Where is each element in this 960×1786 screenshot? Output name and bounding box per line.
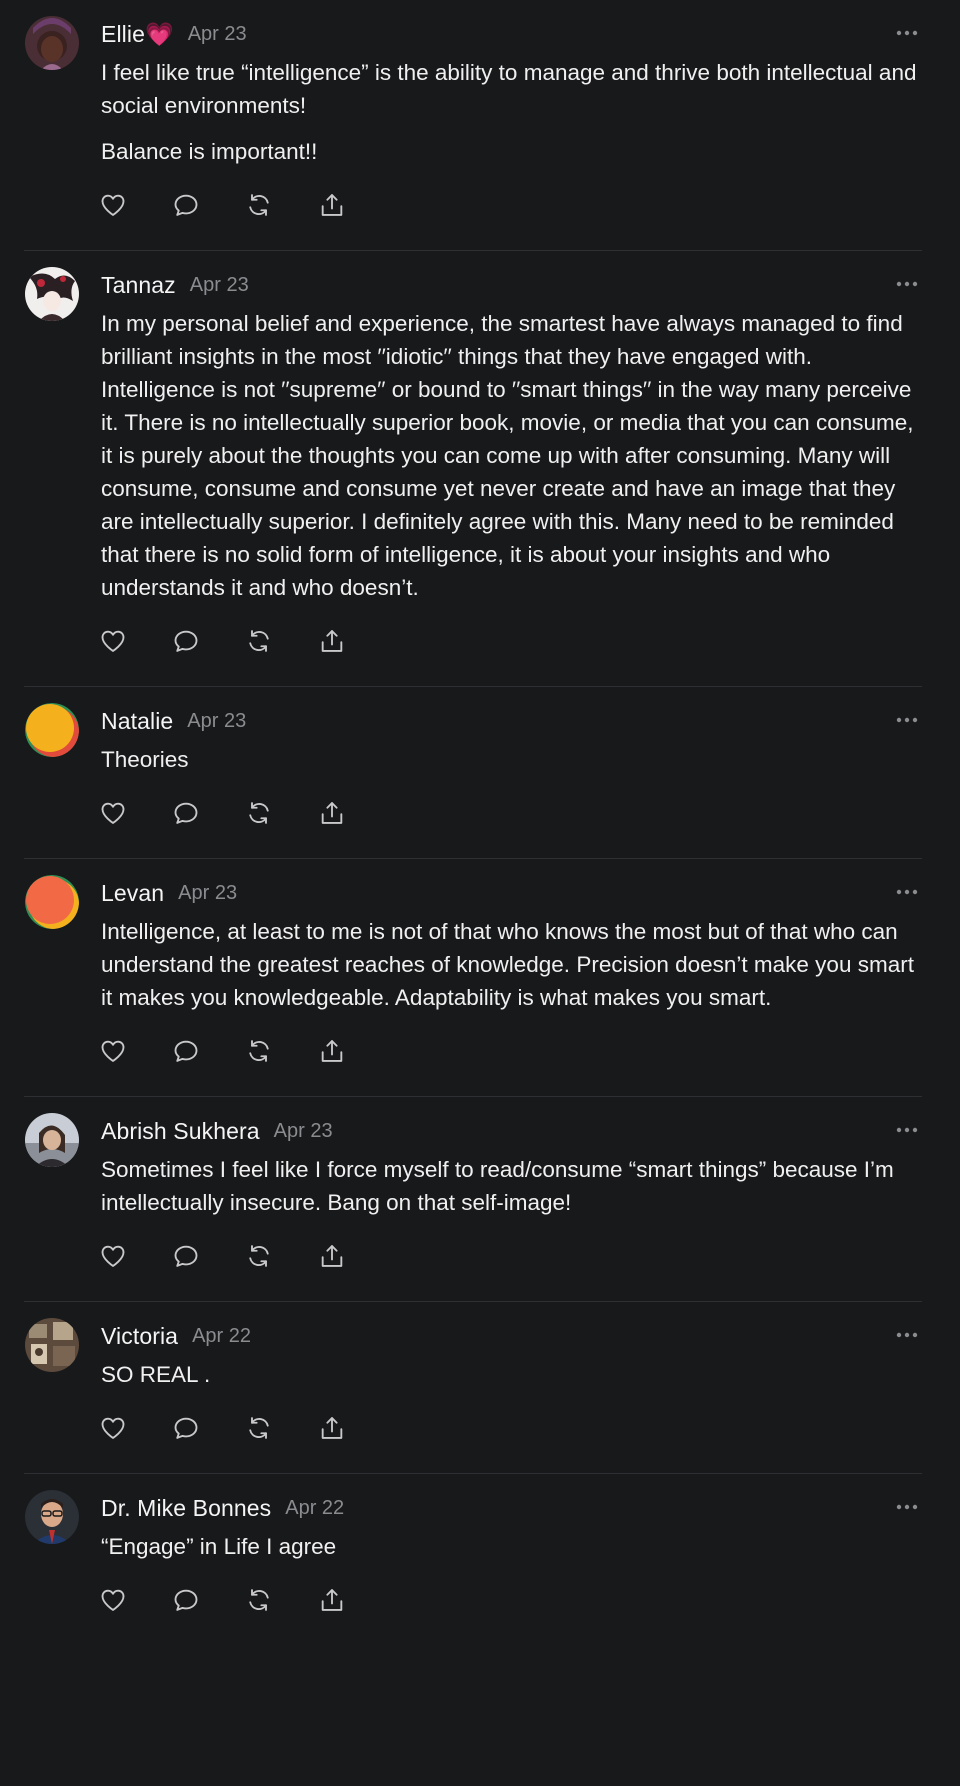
author-name[interactable]: Abrish Sukhera: [101, 1118, 260, 1145]
share-icon[interactable]: [317, 1036, 347, 1066]
heart-icon[interactable]: [98, 190, 128, 220]
repost-icon[interactable]: [244, 1585, 274, 1615]
post: Ellie💗 Apr 23 I feel like true “intellig…: [24, 0, 922, 251]
avatar[interactable]: [25, 1490, 79, 1544]
author-name[interactable]: Victoria: [101, 1323, 178, 1350]
comment-icon[interactable]: [171, 1241, 201, 1271]
more-horizontal-icon[interactable]: [896, 1496, 918, 1518]
heart-icon[interactable]: [98, 798, 128, 828]
post-text: Theories: [101, 747, 189, 772]
share-icon[interactable]: [317, 1413, 347, 1443]
heart-icon[interactable]: [98, 626, 128, 656]
post-date[interactable]: Apr 22: [285, 1497, 344, 1520]
post-body: Theories: [101, 743, 922, 776]
post: Levan Apr 23 Intelligence, at least to m…: [24, 859, 922, 1097]
repost-icon[interactable]: [244, 626, 274, 656]
heart-icon[interactable]: [98, 1413, 128, 1443]
share-icon[interactable]: [317, 190, 347, 220]
comment-icon[interactable]: [171, 1585, 201, 1615]
more-horizontal-icon[interactable]: [896, 22, 918, 44]
repost-icon[interactable]: [244, 1241, 274, 1271]
heart-icon[interactable]: [98, 1036, 128, 1066]
post-actions: [101, 190, 922, 220]
avatar[interactable]: [25, 1318, 79, 1372]
author-name[interactable]: Natalie: [101, 708, 173, 735]
more-horizontal-icon[interactable]: [896, 881, 918, 903]
more-horizontal-icon[interactable]: [896, 273, 918, 295]
repost-icon[interactable]: [244, 1036, 274, 1066]
comment-icon[interactable]: [171, 798, 201, 828]
author-name[interactable]: Levan: [101, 880, 164, 907]
post-date[interactable]: Apr 23: [178, 882, 237, 905]
post-text: Intelligence, at least to me is not of t…: [101, 919, 914, 1010]
post: Tannaz Apr 23 In my personal belief and …: [24, 251, 922, 687]
more-horizontal-icon[interactable]: [896, 1324, 918, 1346]
avatar[interactable]: [25, 16, 79, 70]
post-text: SO REAL .: [101, 1362, 211, 1387]
post-body: In my personal belief and experience, th…: [101, 307, 922, 604]
post-actions: [101, 1413, 922, 1443]
post-date[interactable]: Apr 23: [188, 23, 247, 46]
post: Victoria Apr 22 SO REAL .: [24, 1302, 922, 1474]
avatar[interactable]: [25, 1113, 79, 1167]
repost-icon[interactable]: [244, 1413, 274, 1443]
post-text: Balance is important!!: [101, 139, 318, 164]
post-body: Intelligence, at least to me is not of t…: [101, 915, 922, 1014]
more-horizontal-icon[interactable]: [896, 1119, 918, 1141]
more-horizontal-icon[interactable]: [896, 709, 918, 731]
post-body: “Engage” in Life I agree: [101, 1530, 922, 1563]
comment-icon[interactable]: [171, 626, 201, 656]
share-icon[interactable]: [317, 798, 347, 828]
post: Abrish Sukhera Apr 23 Sometimes I feel l…: [24, 1097, 922, 1302]
comment-icon[interactable]: [171, 1413, 201, 1443]
post-body: I feel like true “intelligence” is the a…: [101, 56, 922, 168]
author-name[interactable]: Tannaz: [101, 272, 176, 299]
author-name[interactable]: Dr. Mike Bonnes: [101, 1495, 271, 1522]
post-date[interactable]: Apr 23: [274, 1120, 333, 1143]
post-text: Sometimes I feel like I force myself to …: [101, 1157, 894, 1215]
comment-icon[interactable]: [171, 190, 201, 220]
post-text: I feel like true “intelligence” is the a…: [101, 60, 917, 118]
post-date[interactable]: Apr 23: [187, 710, 246, 733]
heart-icon[interactable]: [98, 1241, 128, 1271]
post-actions: [101, 798, 922, 828]
post-text: In my personal belief and experience, th…: [101, 311, 914, 600]
heart-icon[interactable]: [98, 1585, 128, 1615]
post-actions: [101, 1585, 922, 1615]
share-icon[interactable]: [317, 1241, 347, 1271]
share-icon[interactable]: [317, 1585, 347, 1615]
avatar[interactable]: [25, 703, 79, 757]
avatar[interactable]: [25, 875, 79, 929]
post-body: Sometimes I feel like I force myself to …: [101, 1153, 922, 1219]
post: Dr. Mike Bonnes Apr 22 “Engage” in Life …: [24, 1474, 922, 1615]
post-actions: [101, 626, 922, 656]
post-actions: [101, 1241, 922, 1271]
post-text: “Engage” in Life I agree: [101, 1534, 337, 1559]
post-date[interactable]: Apr 23: [190, 274, 249, 297]
post: Natalie Apr 23 Theories: [24, 687, 922, 859]
avatar[interactable]: [25, 267, 79, 321]
post-date[interactable]: Apr 22: [192, 1325, 251, 1348]
comment-icon[interactable]: [171, 1036, 201, 1066]
repost-icon[interactable]: [244, 190, 274, 220]
author-name[interactable]: Ellie💗: [101, 21, 174, 48]
share-icon[interactable]: [317, 626, 347, 656]
post-actions: [101, 1036, 922, 1066]
repost-icon[interactable]: [244, 798, 274, 828]
post-body: SO REAL .: [101, 1358, 922, 1391]
replies-feed: Ellie💗 Apr 23 I feel like true “intellig…: [0, 0, 960, 1615]
